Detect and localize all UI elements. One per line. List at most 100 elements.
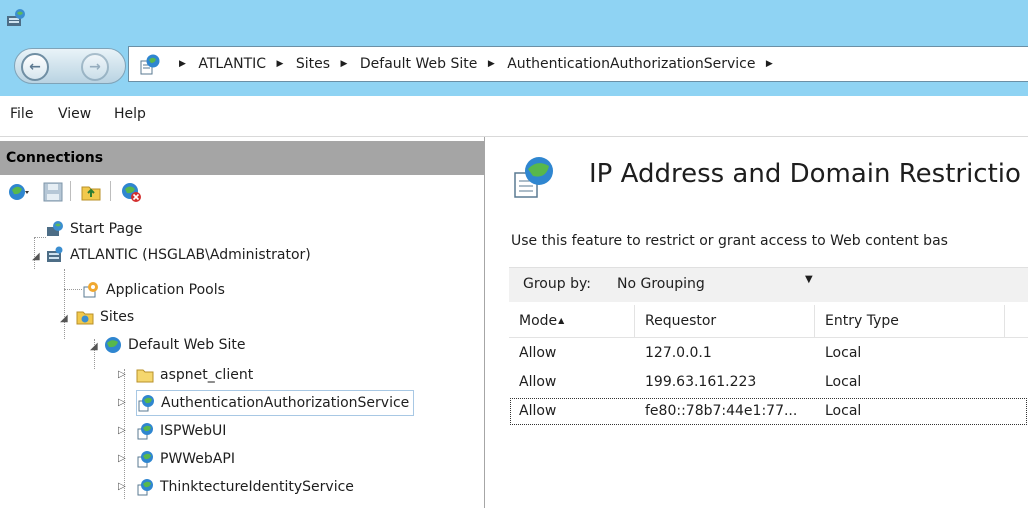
- tree-item-default-web-site[interactable]: Default Web Site: [104, 333, 245, 357]
- web-app-icon: [137, 451, 153, 468]
- column-header-label: Mode: [519, 313, 558, 329]
- tree-item-auth-service[interactable]: AuthenticationAuthorizationService: [136, 390, 415, 416]
- tree-item-server[interactable]: ATLANTIC (HSGLAB\Administrator): [46, 243, 311, 267]
- expand-arrow-icon[interactable]: ▷: [118, 397, 126, 408]
- table-row[interactable]: Allow fe80::78b7:44e1:77... Local: [509, 397, 1028, 426]
- column-header-label: Entry Type: [825, 313, 899, 329]
- connections-toolbar: [8, 179, 478, 207]
- collapse-arrow-icon[interactable]: ◢: [60, 313, 68, 324]
- group-by-dropdown[interactable]: No Grouping: [617, 276, 803, 292]
- cell-mode: Allow: [519, 345, 557, 361]
- toolbar-separator: [110, 181, 111, 201]
- disconnect-icon[interactable]: [120, 181, 142, 203]
- connections-header: Connections: [0, 141, 484, 175]
- expand-arrow-icon[interactable]: ▷: [118, 481, 126, 492]
- menu-help[interactable]: Help: [114, 106, 146, 122]
- web-app-icon: [137, 479, 153, 496]
- tree-item-aspnet-client[interactable]: aspnet_client: [136, 363, 253, 387]
- web-app-icon: [138, 395, 154, 412]
- title-bar: [0, 0, 1028, 36]
- navigation-bar: ← → ▶ ATLANTIC ▶ Sites ▶ Default Web Sit…: [0, 36, 1028, 96]
- connect-globe-icon[interactable]: [8, 181, 30, 203]
- breadcrumb-separator[interactable]: ▶: [341, 47, 348, 81]
- connections-panel: Connections Start Page ◢ ATLANTIC (HSGLA…: [0, 137, 485, 508]
- toolbar-separator: [70, 181, 71, 201]
- breadcrumb-separator[interactable]: ▶: [488, 47, 495, 81]
- folder-icon: [136, 369, 154, 383]
- group-by-bar: Group by: No Grouping ▼: [509, 267, 1028, 302]
- column-header-mode[interactable]: Mode▲: [509, 305, 635, 337]
- column-header-requestor[interactable]: Requestor: [635, 305, 815, 337]
- tree-item-start-page[interactable]: Start Page: [46, 217, 143, 241]
- cell-requestor: fe80::78b7:44e1:77...: [645, 403, 798, 419]
- forward-button[interactable]: →: [81, 53, 109, 81]
- menu-view[interactable]: View: [58, 106, 91, 122]
- breadcrumb-item-sites[interactable]: Sites: [296, 56, 330, 72]
- tree-item-sites[interactable]: Sites: [76, 305, 134, 329]
- collapse-arrow-icon[interactable]: ◢: [32, 251, 40, 262]
- group-by-label: Group by:: [523, 276, 591, 292]
- tree-item-label: ATLANTIC (HSGLAB\Administrator): [70, 247, 311, 263]
- breadcrumb-separator[interactable]: ▶: [277, 47, 284, 81]
- tree-item-app-pools[interactable]: Application Pools: [82, 278, 225, 302]
- up-folder-icon[interactable]: [80, 181, 102, 203]
- breadcrumb-separator[interactable]: ▶: [766, 47, 773, 81]
- expand-arrow-icon[interactable]: ▷: [118, 369, 126, 380]
- app-pools-icon: [83, 282, 98, 298]
- feature-panel: IP Address and Domain Restrictio Use thi…: [485, 137, 1028, 508]
- tree-item-label: AuthenticationAuthorizationService: [161, 395, 410, 411]
- grid-header: Mode▲ Requestor Entry Type: [509, 305, 1028, 338]
- breadcrumb-item-default-web-site[interactable]: Default Web Site: [360, 56, 477, 72]
- tree-item-ispwebui[interactable]: ISPWebUI: [136, 419, 226, 443]
- tree-guide: [64, 289, 82, 290]
- breadcrumb-item-auth-service[interactable]: AuthenticationAuthorizationService: [507, 56, 755, 72]
- feature-description: Use this feature to restrict or grant ac…: [511, 233, 948, 249]
- expand-arrow-icon[interactable]: ▷: [118, 425, 126, 436]
- tree-item-label: aspnet_client: [160, 367, 254, 383]
- ip-restrictions-icon: [514, 157, 553, 198]
- back-button[interactable]: ←: [21, 53, 49, 81]
- web-app-icon: [137, 423, 153, 440]
- breadcrumb: ▶ ATLANTIC ▶ Sites ▶ Default Web Site ▶ …: [173, 47, 781, 81]
- table-row[interactable]: Allow 199.63.161.223 Local: [509, 368, 1028, 397]
- save-icon[interactable]: [42, 181, 64, 203]
- tree-item-label: Default Web Site: [128, 337, 246, 353]
- globe-site-icon: [105, 337, 121, 353]
- menu-bar: File View Help: [0, 96, 1028, 137]
- tree-item-label: ISPWebUI: [160, 423, 227, 439]
- cell-entry-type: Local: [825, 374, 862, 390]
- cell-mode: Allow: [519, 403, 557, 419]
- tree-guide: [64, 269, 65, 339]
- column-header-entry-type[interactable]: Entry Type: [815, 305, 1005, 337]
- breadcrumb-item-atlantic[interactable]: ATLANTIC: [198, 56, 266, 72]
- column-header-label: Requestor: [645, 313, 717, 329]
- collapse-arrow-icon[interactable]: ◢: [90, 341, 98, 352]
- tree-item-label: ThinktectureIdentityService: [160, 479, 354, 495]
- tree-item-thinktecture[interactable]: ThinktectureIdentityService: [136, 475, 354, 499]
- tree-item-label: Sites: [100, 309, 135, 325]
- breadcrumb-separator: ▶: [179, 59, 186, 69]
- cell-mode: Allow: [519, 374, 557, 390]
- server-icon: [47, 246, 63, 262]
- expand-arrow-icon[interactable]: ▷: [118, 453, 126, 464]
- dropdown-arrow-icon[interactable]: ▼: [805, 274, 813, 285]
- tree-item-label: Application Pools: [106, 282, 225, 298]
- tree-item-label: Start Page: [70, 221, 143, 237]
- menu-file[interactable]: File: [10, 106, 33, 122]
- tree-guide: [34, 237, 46, 238]
- page-title: IP Address and Domain Restrictio: [589, 159, 1021, 189]
- globe-page-icon: [140, 54, 160, 75]
- back-forward-group: ← →: [14, 48, 126, 84]
- address-bar[interactable]: ▶ ATLANTIC ▶ Sites ▶ Default Web Site ▶ …: [128, 46, 1028, 82]
- start-page-icon: [47, 221, 63, 236]
- tree-item-pwwebapi[interactable]: PWWebAPI: [136, 447, 235, 471]
- table-row[interactable]: Allow 127.0.0.1 Local: [509, 339, 1028, 368]
- cell-requestor: 127.0.0.1: [645, 345, 712, 361]
- tree-item-label: PWWebAPI: [160, 451, 235, 467]
- cell-requestor: 199.63.161.223: [645, 374, 757, 390]
- iis-manager-icon: [7, 9, 25, 26]
- cell-entry-type: Local: [825, 345, 862, 361]
- sites-folder-icon: [76, 311, 94, 325]
- sort-ascending-icon: ▲: [558, 316, 565, 325]
- cell-entry-type: Local: [825, 403, 862, 419]
